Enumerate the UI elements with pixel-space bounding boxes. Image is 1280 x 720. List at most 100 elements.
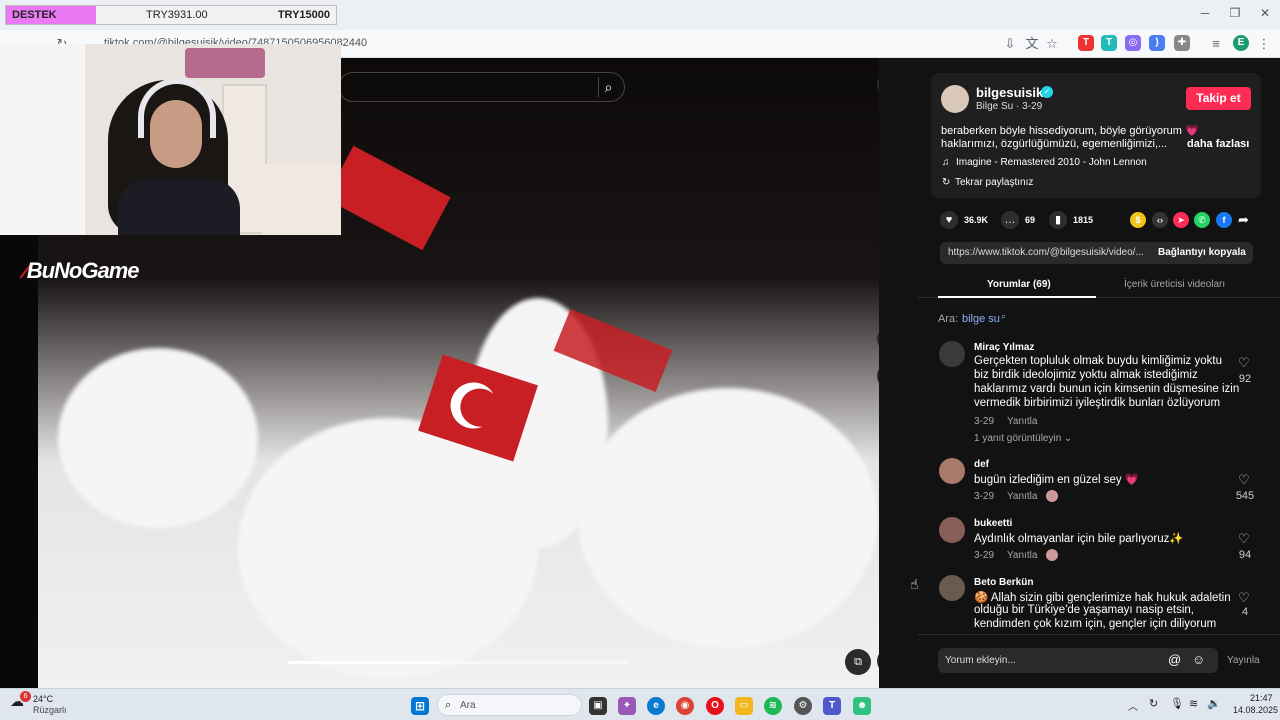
chevron-down-icon[interactable]: ⌄ xyxy=(1064,433,1072,444)
view-replies-link[interactable]: 1 yanıt görüntüleyin xyxy=(974,433,1061,444)
extension-1-icon[interactable]: T xyxy=(1078,35,1094,51)
emoji-icon[interactable]: ☺ xyxy=(1192,652,1205,667)
donation-current: TRY3931.00 xyxy=(146,9,208,21)
tray-chevron-up-icon[interactable]: ︿ xyxy=(1128,698,1138,713)
tray-volume-icon[interactable]: 🔉 xyxy=(1207,697,1221,710)
music-title[interactable]: Imagine - Remastered 2010 - John Lennon xyxy=(956,157,1147,168)
comment-like-icon[interactable]: ♡ xyxy=(1238,531,1250,547)
comment-text-line: kendimden çok kızım için, gençler için d… xyxy=(974,618,1217,630)
video-link-box: https://www.tiktok.com/@bilgesuisik/vide… xyxy=(940,242,1253,264)
tab-comments[interactable]: Yorumlar (69) xyxy=(987,279,1051,290)
comment-like-icon[interactable]: ♡ xyxy=(1238,472,1250,488)
extension-4-icon[interactable]: ) xyxy=(1149,35,1165,51)
comment-avatar[interactable] xyxy=(939,458,965,484)
comment-username[interactable]: Miraç Yılmaz xyxy=(974,342,1034,353)
bookmark-star-icon[interactable]: ☆ xyxy=(1044,36,1060,52)
comment-input[interactable]: Yorum ekleyin... @ ☺ xyxy=(938,648,1218,673)
comment-input-placeholder[interactable]: Yorum ekleyin... xyxy=(945,655,1016,666)
post-comment-button[interactable]: Yayınla xyxy=(1227,655,1260,666)
search-hint-query[interactable]: bilge su xyxy=(962,313,1000,325)
search-icon: ⌕ xyxy=(445,699,452,711)
restore-icon[interactable]: ❐ xyxy=(1226,6,1244,22)
clock-date[interactable]: 14.08.2025 xyxy=(1233,705,1278,715)
tab-creator-videos[interactable]: İçerik üreticisi videoları xyxy=(1124,279,1225,290)
search-small-icon[interactable]: ⌕ xyxy=(1001,311,1006,322)
webcam-overlay xyxy=(0,44,341,235)
comment-avatar[interactable] xyxy=(939,575,965,601)
windows-taskbar: ☁ 6 24°C Rüzgarlı ⊞ ⌕ Ara ▣ ✦ e ◉ O ▭ ≋ … xyxy=(0,688,1280,720)
like-count: 36.9K xyxy=(964,215,989,225)
share-embed-icon[interactable]: ‹› xyxy=(1152,212,1168,228)
reply-link[interactable]: Yanıtla xyxy=(1007,550,1037,561)
translate-icon[interactable]: 文 xyxy=(1024,36,1040,52)
settings-gear-icon[interactable]: ⚙ xyxy=(794,697,812,715)
comment-text-line: bugün izlediğim en güzel sey 💗 xyxy=(974,474,1140,486)
comment-username[interactable]: Beto Berkün xyxy=(974,577,1033,588)
share-more-icon[interactable]: ➦ xyxy=(1238,212,1249,228)
share-coin-icon[interactable]: $ xyxy=(1130,212,1146,228)
opera-icon[interactable]: O xyxy=(706,697,724,715)
reading-list-icon[interactable]: ≡ xyxy=(1208,36,1224,52)
video-progress-fill xyxy=(288,661,441,664)
pip-icon[interactable]: ⧉ xyxy=(845,649,871,675)
creator-liked-avatar xyxy=(1046,490,1058,502)
video-progress-track[interactable] xyxy=(288,661,628,664)
tray-wifi-icon[interactable]: ≋ xyxy=(1189,697,1198,710)
copy-link-button[interactable]: Bağlantıyı kopyala xyxy=(1158,247,1246,258)
share-send-icon[interactable]: ➤ xyxy=(1173,212,1189,228)
caption-line-1: beraberken böyle hissediyorum, böyle gör… xyxy=(941,125,1199,137)
see-more-link[interactable]: daha fazlası xyxy=(1187,138,1249,150)
webcam-toys xyxy=(185,48,265,78)
teams-icon[interactable]: T xyxy=(823,697,841,715)
copilot-icon[interactable]: ✦ xyxy=(618,697,636,715)
minimize-icon[interactable]: ─ xyxy=(1196,6,1214,22)
comment-like-count: 94 xyxy=(1238,549,1252,561)
windows-start-icon[interactable]: ⊞ xyxy=(411,697,429,715)
page-left-margin xyxy=(0,235,38,688)
comment-like-icon[interactable]: ♡ xyxy=(1238,590,1250,606)
comment-avatar[interactable] xyxy=(939,517,965,543)
edge-icon[interactable]: e xyxy=(647,697,665,715)
like-heart-icon[interactable]: ♥ xyxy=(940,211,958,229)
extension-3-icon[interactable]: ◎ xyxy=(1125,35,1141,51)
install-app-icon[interactable]: ⇩ xyxy=(1002,36,1018,52)
comment-username[interactable]: bukeetti xyxy=(974,518,1012,529)
video-search-bar[interactable]: ⌕ xyxy=(338,72,625,102)
extension-2-icon[interactable]: T xyxy=(1101,35,1117,51)
task-view-icon[interactable]: ▣ xyxy=(589,697,607,715)
chrome-icon[interactable]: ◉ xyxy=(676,697,694,715)
tray-mic-icon[interactable]: 🎙 xyxy=(1170,697,1184,710)
menu-kebab-icon[interactable]: ⋮ xyxy=(1256,36,1272,52)
reply-link[interactable]: Yanıtla xyxy=(1007,416,1037,427)
app-icon[interactable]: ☻ xyxy=(853,697,871,715)
taskbar-search[interactable]: ⌕ Ara xyxy=(437,694,582,716)
comment-icon[interactable]: … xyxy=(1001,211,1019,229)
author-avatar[interactable] xyxy=(941,85,969,113)
music-note-icon: ♫ xyxy=(942,157,950,168)
weather-temp[interactable]: 24°C xyxy=(33,694,53,704)
comment-username[interactable]: def xyxy=(974,459,989,470)
search-icon[interactable]: ⌕ xyxy=(598,77,618,97)
repost-status: Tekrar paylaştınız xyxy=(955,177,1034,188)
comment-like-icon[interactable]: ♡ xyxy=(1238,355,1250,371)
file-explorer-icon[interactable]: ▭ xyxy=(735,697,753,715)
comment-text-line: olduğu bir Türkiye'de yaşamayı nasip ets… xyxy=(974,604,1194,616)
share-whatsapp-icon[interactable]: ✆ xyxy=(1194,212,1210,228)
clock-time[interactable]: 21:47 xyxy=(1250,693,1273,703)
comment-avatar[interactable] xyxy=(939,341,965,367)
bookmark-icon[interactable]: ▮ xyxy=(1049,211,1067,229)
follow-button[interactable]: Takip et xyxy=(1186,87,1251,110)
profile-avatar-icon[interactable]: E xyxy=(1233,35,1249,51)
tray-app-icon[interactable]: ↻ xyxy=(1149,697,1158,710)
spotify-icon[interactable]: ≋ xyxy=(764,697,782,715)
close-icon[interactable]: ✕ xyxy=(1256,6,1274,22)
mention-icon[interactable]: @ xyxy=(1168,652,1181,667)
video-link-text[interactable]: https://www.tiktok.com/@bilgesuisik/vide… xyxy=(948,247,1144,258)
author-username[interactable]: bilgesuisik xyxy=(976,85,1043,100)
reply-link[interactable]: Yanıtla xyxy=(1007,491,1037,502)
share-facebook-icon[interactable]: f xyxy=(1216,212,1232,228)
crescent-shape xyxy=(444,376,503,435)
webcam-bed xyxy=(262,164,341,235)
extensions-puzzle-icon[interactable]: ✚ xyxy=(1174,35,1190,51)
comment-like-count: 545 xyxy=(1235,490,1255,502)
